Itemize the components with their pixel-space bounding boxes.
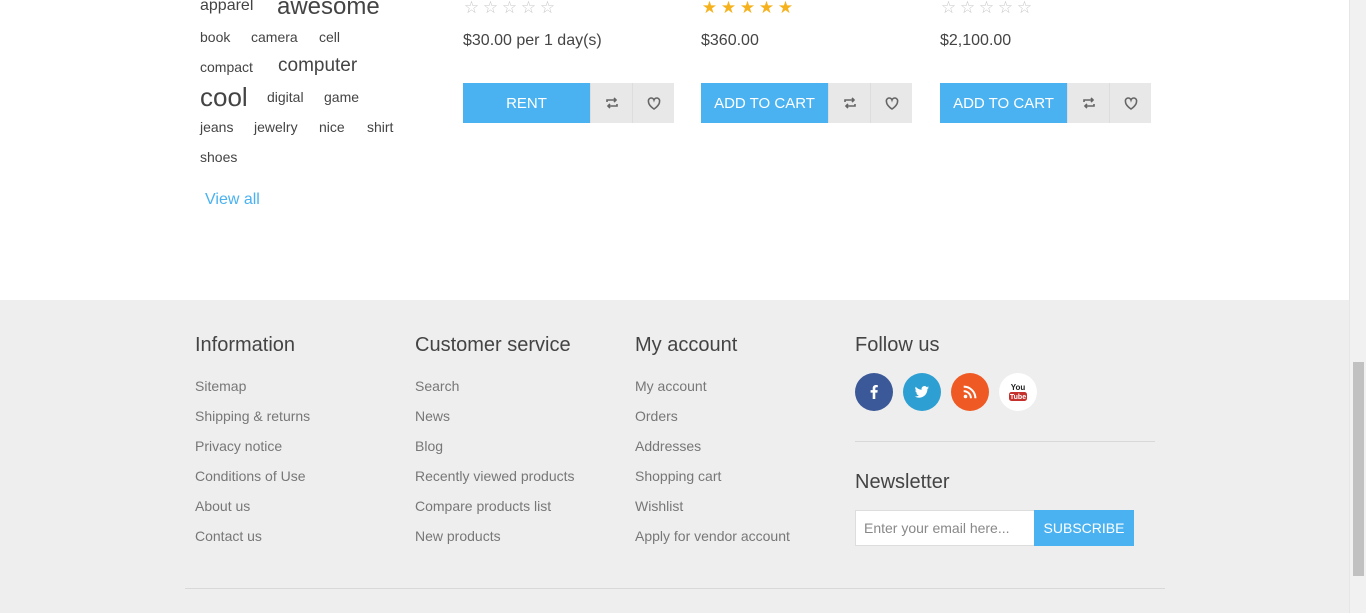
- footer-link-search[interactable]: Search: [415, 378, 575, 408]
- footer-follow-title: Follow us: [855, 334, 940, 356]
- footer-link-shipping-returns[interactable]: Shipping & returns: [195, 408, 310, 438]
- product-price: $360.00: [701, 32, 759, 49]
- wishlist-button[interactable]: [870, 83, 912, 123]
- tag-shirt[interactable]: shirt: [367, 119, 393, 135]
- scrollbar-thumb[interactable]: [1353, 362, 1364, 576]
- tag-game[interactable]: game: [324, 89, 359, 105]
- star-empty-icon: ☆: [959, 0, 976, 17]
- footer: Information Sitemap Shipping & returns P…: [0, 300, 1349, 613]
- heart-icon: [885, 97, 898, 110]
- star-filled-icon: ★: [701, 0, 718, 17]
- tag-cell[interactable]: cell: [319, 29, 340, 45]
- page-scrollbar[interactable]: [1349, 0, 1366, 613]
- footer-divider: [185, 588, 1165, 589]
- tag-book[interactable]: book: [200, 29, 230, 45]
- footer-link-new-products[interactable]: New products: [415, 528, 575, 558]
- add-to-cart-button[interactable]: ADD TO CART: [940, 83, 1067, 123]
- rent-button[interactable]: RENT: [463, 83, 590, 123]
- compare-button[interactable]: [1067, 83, 1109, 123]
- tag-compact[interactable]: compact: [200, 59, 253, 75]
- star-filled-icon: ★: [720, 0, 737, 17]
- star-empty-icon: ☆: [482, 0, 499, 17]
- tag-computer[interactable]: computer: [278, 55, 357, 77]
- svg-text:You: You: [1011, 383, 1026, 392]
- star-empty-icon: ☆: [539, 0, 556, 17]
- rating-stars: ☆ ☆ ☆ ☆ ☆: [463, 0, 556, 18]
- wishlist-button[interactable]: [1109, 83, 1151, 123]
- svg-text:Tube: Tube: [1010, 394, 1026, 401]
- view-all-tags-link[interactable]: View all: [205, 191, 260, 209]
- heart-icon: [1124, 97, 1137, 110]
- subscribe-button[interactable]: SUBSCRIBE: [1034, 510, 1134, 546]
- compare-icon: [1082, 97, 1095, 109]
- compare-button[interactable]: [590, 83, 632, 123]
- footer-link-apply-vendor[interactable]: Apply for vendor account: [635, 528, 790, 558]
- newsletter-title: Newsletter: [855, 471, 950, 493]
- compare-button[interactable]: [828, 83, 870, 123]
- footer-my-account: My account My account Orders Addresses S…: [635, 334, 790, 558]
- product-price: $2,100.00: [940, 32, 1012, 49]
- rating-stars: ★ ★ ★ ★ ★: [701, 0, 794, 18]
- tag-awesome[interactable]: awesome: [277, 0, 380, 21]
- star-empty-icon: ☆: [463, 0, 480, 17]
- facebook-icon[interactable]: [855, 373, 893, 411]
- footer-link-shopping-cart[interactable]: Shopping cart: [635, 468, 790, 498]
- star-empty-icon: ☆: [1016, 0, 1033, 17]
- newsletter-email-input[interactable]: [855, 510, 1035, 546]
- footer-link-my-account[interactable]: My account: [635, 378, 790, 408]
- tag-jeans[interactable]: jeans: [200, 119, 233, 135]
- footer-customer-service: Customer service Search News Blog Recent…: [415, 334, 575, 558]
- footer-customer-service-title: Customer service: [415, 334, 571, 356]
- star-empty-icon: ☆: [997, 0, 1014, 17]
- follow-divider: [855, 441, 1155, 442]
- social-links: You Tube: [855, 373, 1037, 411]
- footer-link-blog[interactable]: Blog: [415, 438, 575, 468]
- wishlist-button[interactable]: [632, 83, 674, 123]
- star-filled-icon: ★: [758, 0, 775, 17]
- tag-cool[interactable]: cool: [200, 82, 248, 113]
- footer-link-privacy-notice[interactable]: Privacy notice: [195, 438, 310, 468]
- footer-link-contact-us[interactable]: Contact us: [195, 528, 310, 558]
- tag-digital[interactable]: digital: [267, 89, 304, 105]
- star-empty-icon: ☆: [501, 0, 518, 17]
- tag-camera[interactable]: camera: [251, 29, 298, 45]
- star-empty-icon: ☆: [940, 0, 957, 17]
- footer-link-sitemap[interactable]: Sitemap: [195, 378, 310, 408]
- star-empty-icon: ☆: [978, 0, 995, 17]
- footer-follow-us: Follow us: [855, 334, 939, 378]
- add-to-cart-button[interactable]: ADD TO CART: [701, 83, 828, 123]
- tag-jewelry[interactable]: jewelry: [254, 119, 298, 135]
- star-filled-icon: ★: [777, 0, 794, 17]
- compare-icon: [843, 97, 856, 109]
- twitter-icon[interactable]: [903, 373, 941, 411]
- footer-link-addresses[interactable]: Addresses: [635, 438, 790, 468]
- footer-link-news[interactable]: News: [415, 408, 575, 438]
- footer-link-orders[interactable]: Orders: [635, 408, 790, 438]
- product-price: $30.00 per 1 day(s): [463, 32, 602, 49]
- star-empty-icon: ☆: [520, 0, 537, 17]
- tag-nice[interactable]: nice: [319, 119, 345, 135]
- rss-icon[interactable]: [951, 373, 989, 411]
- footer-link-about-us[interactable]: About us: [195, 498, 310, 528]
- tag-shoes[interactable]: shoes: [200, 149, 237, 165]
- rating-stars: ☆ ☆ ☆ ☆ ☆: [940, 0, 1033, 18]
- youtube-icon[interactable]: You Tube: [999, 373, 1037, 411]
- heart-icon: [647, 97, 660, 110]
- footer-link-wishlist[interactable]: Wishlist: [635, 498, 790, 528]
- footer-information: Information Sitemap Shipping & returns P…: [195, 334, 310, 558]
- footer-information-title: Information: [195, 334, 296, 356]
- footer-link-compare-products[interactable]: Compare products list: [415, 498, 575, 528]
- footer-link-conditions-of-use[interactable]: Conditions of Use: [195, 468, 310, 498]
- footer-link-recently-viewed[interactable]: Recently viewed products: [415, 468, 575, 498]
- compare-icon: [605, 97, 618, 109]
- star-filled-icon: ★: [739, 0, 756, 17]
- footer-my-account-title: My account: [635, 334, 738, 356]
- tag-apparel[interactable]: apparel: [200, 0, 253, 15]
